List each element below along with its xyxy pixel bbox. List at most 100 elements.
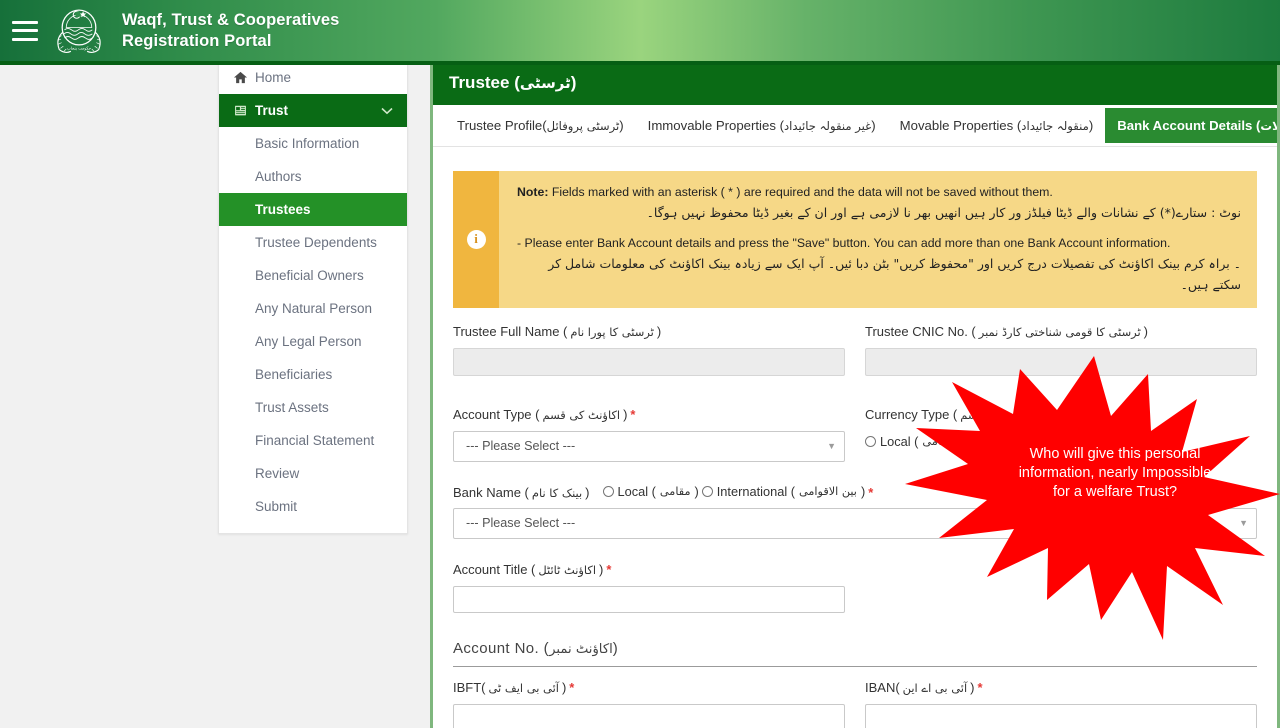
trustee-full-name-input[interactable] <box>453 347 845 376</box>
sidebar-item-label: Beneficiaries <box>255 367 333 382</box>
account-type-value: --- Please Select --- <box>466 439 576 454</box>
ibft-input[interactable] <box>453 703 845 728</box>
radio-bank-local[interactable]: Local (مقامی) <box>602 484 699 499</box>
field-account-type: Account Type (اکاؤنٹ کی قسم) * --- Please… <box>453 407 845 462</box>
sidebar-item-beneficial-owners[interactable]: Beneficial Owners <box>219 259 407 292</box>
radio-dot-icon <box>1046 436 1058 448</box>
required-asterisk: * <box>630 406 636 422</box>
radio-currency-foreign[interactable]: Foreign (غیر ملکی) <box>1046 434 1169 449</box>
tab-bank-account-details[interactable]: Bank Account Details (بینک اکاؤنٹ کی تفص… <box>1105 108 1277 143</box>
sidebar-item-any-natural-person[interactable]: Any Natural Person <box>219 292 407 325</box>
sidebar-item-beneficiaries[interactable]: Beneficiaries <box>219 358 407 391</box>
bank-name-value: --- Please Select --- <box>466 516 576 531</box>
required-asterisk: * <box>569 679 575 695</box>
label-iban: IBAN(آئی بی اے این) * <box>865 679 983 695</box>
bank-name-select[interactable]: --- Please Select --- ▼ <box>453 507 1257 539</box>
sidebar-item-label: Any Legal Person <box>255 334 362 349</box>
label-trustee-cnic: Trustee CNIC No. (ٹرسٹی کا قومی شناختی ک… <box>865 323 1148 339</box>
tab-immovable-properties[interactable]: Immovable Properties (غیر منقولہ جائیداد… <box>636 105 888 146</box>
svg-text:حکومت پنجاب: حکومت پنجاب <box>67 45 92 50</box>
chevron-down-icon: ▼ <box>1239 518 1248 529</box>
account-title-input[interactable] <box>453 585 845 613</box>
main-content-panel: Trustee ( ٹرسٹی ) Trustee Profile(ٹرسٹی … <box>430 61 1280 728</box>
sidebar-item-any-legal-person[interactable]: Any Legal Person <box>219 325 407 358</box>
page-title: Trustee ( ٹرسٹی ) <box>433 61 1277 105</box>
sidebar-item-label: Basic Information <box>255 136 360 151</box>
required-asterisk: * <box>977 679 983 695</box>
sidebar-item-home[interactable]: Home <box>219 61 407 94</box>
sidebar-item-trust-assets[interactable]: Trust Assets <box>219 391 407 424</box>
radio-bank-international[interactable]: International (بین الاقوامی) <box>701 484 865 499</box>
required-asterisk: * <box>606 561 612 577</box>
sidebar-item-label: Trust <box>255 103 289 118</box>
home-icon <box>233 70 255 85</box>
field-account-title: Account Title (اکاؤنٹ ٹائٹل) * <box>453 562 845 613</box>
note-text-en: - Please enter Bank Account details and … <box>517 235 1171 250</box>
required-asterisk: * <box>1050 406 1056 422</box>
label-ibft: IBFT(آئی بی ایف ٹی) * <box>453 679 575 695</box>
label-account-title: Account Title (اکاؤنٹ ٹائٹل) * <box>453 561 612 577</box>
field-currency-type: Currency Type (کرنسی کی قسم) * Local (مقا… <box>865 407 1257 453</box>
label-bank-name: Bank Name (بینک کا نام) Local (مقامی) In… <box>453 483 874 500</box>
note-block-required: Note: Fields marked with an asterisk ( *… <box>517 183 1241 224</box>
brand-line-2: Registration Portal <box>122 31 272 50</box>
tab-movable-properties[interactable]: Movable Properties (منقولہ جائیداد) <box>888 105 1106 146</box>
sidebar-item-basic-information[interactable]: Basic Information <box>219 127 407 160</box>
note-text-en: Fields marked with an asterisk ( * ) are… <box>548 185 1053 199</box>
sidebar-item-label: Authors <box>255 169 302 184</box>
page-title-en: Trustee ( <box>449 73 520 92</box>
chevron-down-icon: ▼ <box>827 441 836 452</box>
field-ibft: IBFT(آئی بی ایف ٹی) * <box>453 680 845 728</box>
app-header: حکومت پنجاب Waqf, Trust & Cooperatives R… <box>0 0 1280 65</box>
sidebar-item-label: Any Natural Person <box>255 301 373 316</box>
trustee-cnic-input[interactable] <box>865 347 1257 376</box>
sidebar-item-financial-statement[interactable]: Financial Statement <box>219 424 407 457</box>
currency-type-radio-group: Local (مقامی) Foreign (غیر ملکی) <box>865 431 1257 453</box>
section-divider <box>453 665 1257 667</box>
sidebar-nav: Home Trust Basic Information Authors Tru… <box>218 61 408 534</box>
document-icon <box>233 103 255 118</box>
sidebar-item-label: Submit <box>255 499 298 514</box>
label-trustee-full-name: Trustee Full Name (ٹرسٹی کا پورا نام) <box>453 323 662 339</box>
sidebar-item-trustee-dependents[interactable]: Trustee Dependents <box>219 226 407 259</box>
radio-currency-local[interactable]: Local (مقامی) <box>865 434 961 449</box>
required-asterisk: * <box>868 484 874 500</box>
bank-account-form: Trustee Full Name (ٹرسٹی کا پورا نام) Tr… <box>433 308 1277 728</box>
note-block-instructions: - Please enter Bank Account details and … <box>517 234 1241 296</box>
radio-dot-icon <box>701 485 713 497</box>
radio-dot-icon <box>602 485 614 497</box>
account-type-select[interactable]: --- Please Select --- ▼ <box>453 430 845 462</box>
note-text-ur: نوٹ : ستارے(*) کے نشانات والے ڈیٹا فیلڈز… <box>646 205 1241 221</box>
account-no-section-heading: Account No. (اکاؤنٹ نمبر) <box>453 639 619 657</box>
sidebar-item-label: Home <box>255 70 292 85</box>
page-title-close: ) <box>570 73 577 92</box>
sidebar-item-submit[interactable]: Submit <box>219 490 407 523</box>
sidebar-item-label: Trustees <box>255 202 311 217</box>
note-label: Note: <box>517 185 549 199</box>
sidebar-item-label: Financial Statement <box>255 433 375 448</box>
chevron-down-icon[interactable] <box>381 103 393 118</box>
punjab-government-crest: حکومت پنجاب <box>57 8 101 53</box>
note-text-ur: ۔ براہ کرم بینک اکاؤنٹ کی تفصیلات درج کر… <box>548 256 1241 293</box>
sidebar-item-authors[interactable]: Authors <box>219 160 407 193</box>
note-alert: i Note: Fields marked with an asterisk (… <box>453 171 1257 308</box>
hamburger-icon[interactable] <box>12 20 38 41</box>
sidebar-item-trust[interactable]: Trust <box>219 94 407 127</box>
field-trustee-cnic: Trustee CNIC No. (ٹرسٹی کا قومی شناختی ک… <box>865 324 1257 376</box>
app-brand: Waqf, Trust & Cooperatives Registration … <box>122 10 339 50</box>
field-trustee-full-name: Trustee Full Name (ٹرسٹی کا پورا نام) <box>453 324 845 376</box>
sidebar-item-label: Trust Assets <box>255 400 329 415</box>
iban-input[interactable] <box>865 703 1257 728</box>
brand-line-1: Waqf, Trust & Cooperatives <box>122 11 340 30</box>
field-bank-name: Bank Name (بینک کا نام) Local (مقامی) In… <box>453 484 1257 539</box>
label-account-type: Account Type (اکاؤنٹ کی قسم) * <box>453 406 636 422</box>
field-iban: IBAN(آئی بی اے این) * <box>865 680 1257 728</box>
sidebar-item-trustees[interactable]: Trustees <box>219 193 407 226</box>
label-currency-type: Currency Type (کرنسی کی قسم) * <box>865 406 1056 422</box>
info-icon: i <box>453 171 499 308</box>
sidebar-item-label: Trustee Dependents <box>255 235 377 250</box>
sidebar-item-review[interactable]: Review <box>219 457 407 490</box>
tab-trustee-profile[interactable]: Trustee Profile(ٹرسٹی پروفائل) <box>445 105 636 146</box>
sidebar-item-label: Beneficial Owners <box>255 268 364 283</box>
tab-bar: Trustee Profile(ٹرسٹی پروفائل) Immovable… <box>433 105 1277 147</box>
